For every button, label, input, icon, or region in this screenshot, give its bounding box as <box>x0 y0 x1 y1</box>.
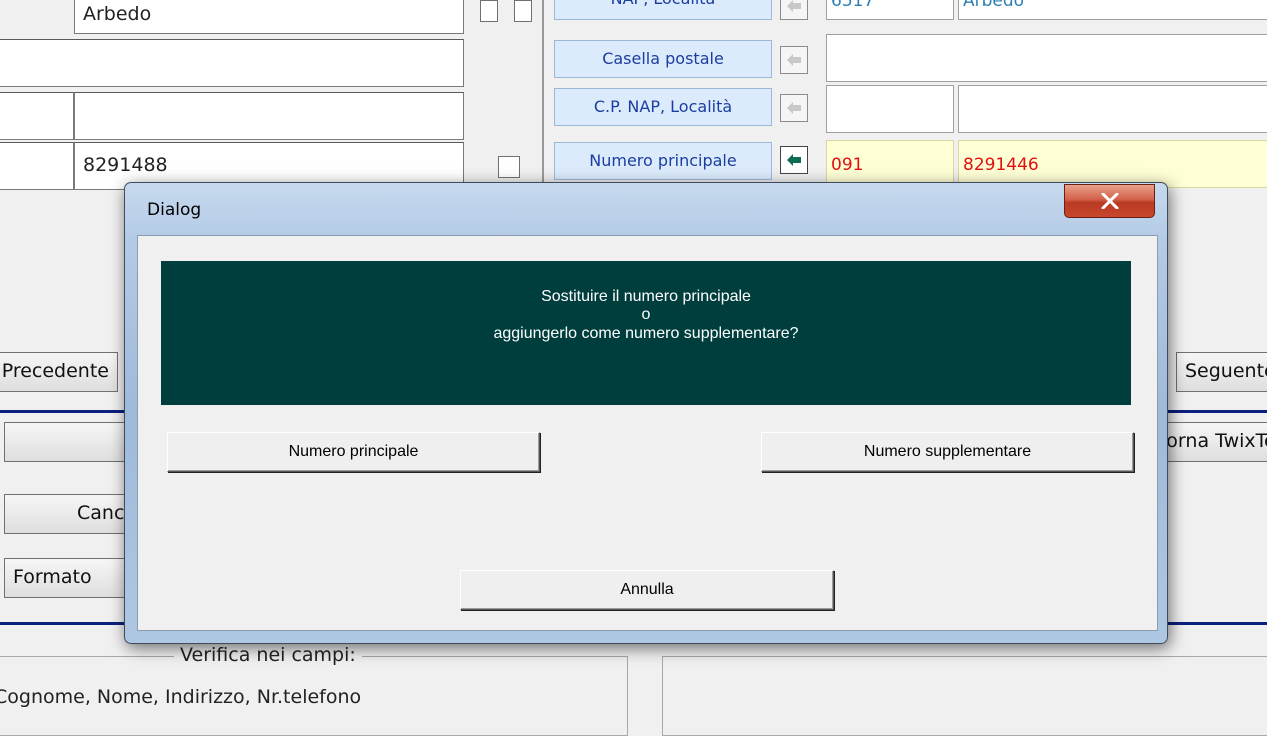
numero-principale-button-label: Numero principale <box>288 443 419 460</box>
row3-field[interactable] <box>74 92 464 140</box>
verify-group-title: Verifica nei campi: <box>174 644 362 666</box>
arrow-left-icon <box>787 54 801 66</box>
nap-value[interactable]: 6517 <box>826 0 954 20</box>
copy-arrow-button-numero[interactable] <box>780 146 808 174</box>
address-field[interactable] <box>0 39 464 87</box>
arrow-left-icon <box>787 154 801 166</box>
precedente-label: Precedente <box>1 360 109 382</box>
cp-localita-value[interactable] <box>958 85 1267 133</box>
dialog-message-banner: Sostituire il numero principale o aggiun… <box>161 261 1131 405</box>
label-nap-localita-text: NAP, Località <box>611 0 716 8</box>
arrow-left-icon <box>787 102 801 114</box>
localita-value-text: Arbedo <box>963 0 1025 11</box>
seguente-button[interactable]: Seguente <box>1176 352 1267 392</box>
numero-principale-button[interactable]: Numero principale <box>167 432 540 472</box>
label-numero-principale-text: Numero principale <box>589 151 737 170</box>
numero-supplementare-button-label: Numero supplementare <box>863 443 1032 460</box>
checkbox-numero-principale[interactable] <box>498 156 520 178</box>
column-divider <box>542 0 544 190</box>
address-value <box>0 40 463 42</box>
nap-value-text: 6517 <box>831 0 875 11</box>
annulla-button[interactable]: Annulla <box>460 570 834 610</box>
copy-arrow-button-casella[interactable] <box>780 46 808 74</box>
phone-prefix-field[interactable] <box>0 142 74 190</box>
label-numero-principale: Numero principale <box>554 142 772 180</box>
label-nap-localita: NAP, Località <box>554 0 772 20</box>
checkbox-top-2[interactable] <box>514 0 532 22</box>
verify-fields-value: Cognome, Nome, Indirizzo, Nr.telefono <box>0 686 362 708</box>
message-line-1: Sostituire il numero principale <box>541 288 751 305</box>
verify-group-title-text: Verifica nei campi: <box>180 644 356 666</box>
close-icon <box>1101 193 1118 209</box>
locality-value: Arbedo <box>83 3 152 25</box>
message-line-2: o <box>641 306 651 323</box>
prefix-field-left-small[interactable] <box>0 92 74 140</box>
right-group <box>662 656 1267 736</box>
seguente-label: Seguente <box>1185 360 1267 382</box>
localita-value[interactable]: Arbedo <box>958 0 1267 20</box>
checkbox-top-1[interactable] <box>480 0 498 22</box>
annulla-button-label: Annulla <box>620 581 674 598</box>
label-cp-nap-localita: C.P. NAP, Località <box>554 88 772 126</box>
arrow-left-icon <box>787 0 801 12</box>
numero-value-text: 8291446 <box>963 155 1039 175</box>
numero-supplementare-button[interactable]: Numero supplementare <box>761 432 1134 472</box>
dialog-title: Dialog <box>147 200 202 220</box>
verify-fields-text: Cognome, Nome, Indirizzo, Nr.telefono <box>0 686 620 708</box>
row3-value <box>75 93 463 95</box>
dialog-close-button[interactable] <box>1064 184 1155 218</box>
casella-postale-value[interactable] <box>826 34 1267 82</box>
message-line-3: aggiungerlo come numero supplementare? <box>493 325 799 342</box>
label-casella-postale: Casella postale <box>554 40 772 78</box>
cp-nap-value[interactable] <box>826 85 954 133</box>
precedente-button[interactable]: Precedente <box>0 352 118 392</box>
locality-field-left[interactable]: Arbedo <box>74 0 464 34</box>
numero-prefix-text: 091 <box>831 155 864 175</box>
label-cp-nap-localita-text: C.P. NAP, Località <box>593 97 733 116</box>
formato-label: Formato <box>13 566 92 588</box>
copy-arrow-button-1[interactable] <box>780 0 808 20</box>
copy-arrow-button-cp[interactable] <box>780 94 808 122</box>
phone-number-value: 8291488 <box>83 154 168 176</box>
numero-prefix-value[interactable]: 091 <box>826 140 954 188</box>
label-casella-postale-text: Casella postale <box>602 49 724 68</box>
numero-value[interactable]: 8291446 <box>958 140 1267 188</box>
